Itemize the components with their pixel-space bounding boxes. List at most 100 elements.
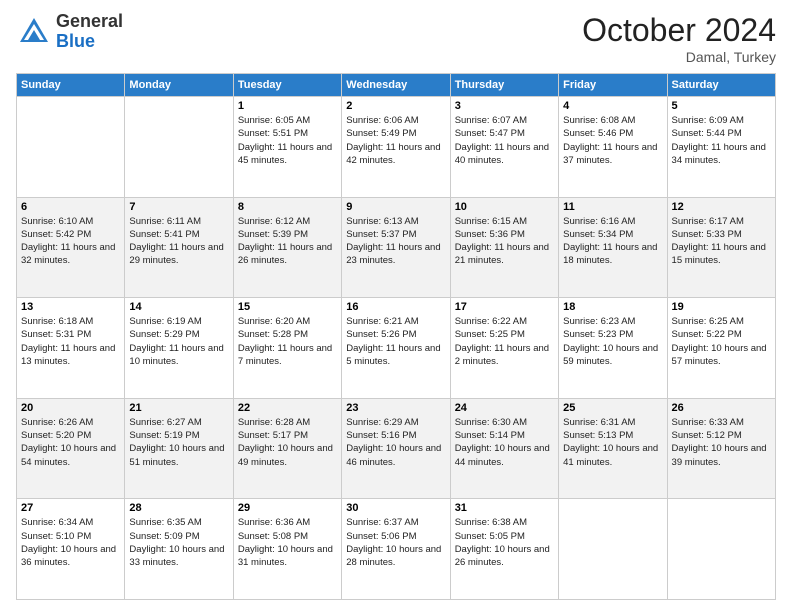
day-info: Sunrise: 6:11 AM Sunset: 5:41 PM Dayligh… <box>129 215 228 268</box>
weekday-sunday: Sunday <box>17 74 125 97</box>
day-info: Sunrise: 6:34 AM Sunset: 5:10 PM Dayligh… <box>21 516 120 569</box>
day-number: 10 <box>455 201 554 213</box>
day-info: Sunrise: 6:28 AM Sunset: 5:17 PM Dayligh… <box>238 416 337 469</box>
calendar-cell-1-1: 7 Sunrise: 6:11 AM Sunset: 5:41 PM Daylig… <box>125 197 233 298</box>
calendar-cell-3-2: 22 Sunrise: 6:28 AM Sunset: 5:17 PM Dayli… <box>233 398 341 499</box>
calendar-cell-1-6: 12Sunrise: 6:17 AM Sunset: 5:33 PM Dayli… <box>667 197 775 298</box>
day-number: 7 <box>129 201 228 213</box>
calendar-week-4: 20 Sunrise: 6:26 AM Sunset: 5:20 PM Dayli… <box>17 398 776 499</box>
calendar-cell-1-4: 10 Sunrise: 6:15 AM Sunset: 5:36 PM Dayli… <box>450 197 558 298</box>
day-info: Sunrise: 6:23 AM Sunset: 5:23 PM Dayligh… <box>563 315 662 368</box>
day-info: Sunrise: 6:08 AM Sunset: 5:46 PM Dayligh… <box>563 114 662 167</box>
calendar-cell-1-5: 11 Sunrise: 6:16 AM Sunset: 5:34 PM Dayli… <box>559 197 667 298</box>
calendar-cell-0-4: 3Sunrise: 6:07 AM Sunset: 5:47 PM Daylig… <box>450 97 558 198</box>
day-info: Sunrise: 6:17 AM Sunset: 5:33 PM Dayligh… <box>672 215 771 268</box>
calendar-cell-3-5: 25 Sunrise: 6:31 AM Sunset: 5:13 PM Dayli… <box>559 398 667 499</box>
weekday-thursday: Thursday <box>450 74 558 97</box>
calendar-cell-0-5: 4 Sunrise: 6:08 AM Sunset: 5:46 PM Daylig… <box>559 97 667 198</box>
calendar-week-3: 13 Sunrise: 6:18 AM Sunset: 5:31 PM Dayli… <box>17 298 776 399</box>
day-info: Sunrise: 6:05 AM Sunset: 5:51 PM Dayligh… <box>238 114 337 167</box>
day-info: Sunrise: 6:10 AM Sunset: 5:42 PM Dayligh… <box>21 215 120 268</box>
day-info: Sunrise: 6:06 AM Sunset: 5:49 PM Dayligh… <box>346 114 445 167</box>
day-number: 2 <box>346 100 445 112</box>
day-info: Sunrise: 6:19 AM Sunset: 5:29 PM Dayligh… <box>129 315 228 368</box>
day-number: 19 <box>672 301 771 313</box>
location: Damal, Turkey <box>582 49 776 65</box>
day-number: 17 <box>455 301 554 313</box>
day-number: 11 <box>563 201 662 213</box>
day-info: Sunrise: 6:15 AM Sunset: 5:36 PM Dayligh… <box>455 215 554 268</box>
day-number: 21 <box>129 402 228 414</box>
day-number: 8 <box>238 201 337 213</box>
calendar-cell-4-4: 31 Sunrise: 6:38 AM Sunset: 5:05 PM Dayli… <box>450 499 558 600</box>
day-number: 6 <box>21 201 120 213</box>
day-number: 14 <box>129 301 228 313</box>
day-number: 27 <box>21 502 120 514</box>
day-info: Sunrise: 6:27 AM Sunset: 5:19 PM Dayligh… <box>129 416 228 469</box>
day-info: Sunrise: 6:09 AM Sunset: 5:44 PM Dayligh… <box>672 114 771 167</box>
day-info: Sunrise: 6:22 AM Sunset: 5:25 PM Dayligh… <box>455 315 554 368</box>
calendar-cell-1-3: 9Sunrise: 6:13 AM Sunset: 5:37 PM Daylig… <box>342 197 450 298</box>
day-info: Sunrise: 6:25 AM Sunset: 5:22 PM Dayligh… <box>672 315 771 368</box>
day-number: 18 <box>563 301 662 313</box>
day-info: Sunrise: 6:16 AM Sunset: 5:34 PM Dayligh… <box>563 215 662 268</box>
calendar-cell-3-3: 23 Sunrise: 6:29 AM Sunset: 5:16 PM Dayli… <box>342 398 450 499</box>
logo-icon <box>16 14 52 50</box>
calendar-cell-4-5 <box>559 499 667 600</box>
day-number: 15 <box>238 301 337 313</box>
calendar-cell-4-2: 29 Sunrise: 6:36 AM Sunset: 5:08 PM Dayli… <box>233 499 341 600</box>
day-number: 5 <box>672 100 771 112</box>
day-info: Sunrise: 6:31 AM Sunset: 5:13 PM Dayligh… <box>563 416 662 469</box>
day-number: 1 <box>238 100 337 112</box>
day-number: 4 <box>563 100 662 112</box>
day-number: 25 <box>563 402 662 414</box>
logo: General Blue <box>16 12 123 52</box>
calendar-cell-2-0: 13 Sunrise: 6:18 AM Sunset: 5:31 PM Dayli… <box>17 298 125 399</box>
calendar-cell-3-0: 20 Sunrise: 6:26 AM Sunset: 5:20 PM Dayli… <box>17 398 125 499</box>
day-number: 29 <box>238 502 337 514</box>
calendar-table: Sunday Monday Tuesday Wednesday Thursday… <box>16 73 776 600</box>
calendar-cell-0-0 <box>17 97 125 198</box>
day-info: Sunrise: 6:37 AM Sunset: 5:06 PM Dayligh… <box>346 516 445 569</box>
calendar-cell-1-0: 6 Sunrise: 6:10 AM Sunset: 5:42 PM Daylig… <box>17 197 125 298</box>
day-info: Sunrise: 6:26 AM Sunset: 5:20 PM Dayligh… <box>21 416 120 469</box>
day-info: Sunrise: 6:29 AM Sunset: 5:16 PM Dayligh… <box>346 416 445 469</box>
day-info: Sunrise: 6:07 AM Sunset: 5:47 PM Dayligh… <box>455 114 554 167</box>
day-number: 13 <box>21 301 120 313</box>
calendar-cell-0-6: 5 Sunrise: 6:09 AM Sunset: 5:44 PM Daylig… <box>667 97 775 198</box>
calendar-cell-3-6: 26Sunrise: 6:33 AM Sunset: 5:12 PM Dayli… <box>667 398 775 499</box>
day-info: Sunrise: 6:18 AM Sunset: 5:31 PM Dayligh… <box>21 315 120 368</box>
calendar-week-2: 6 Sunrise: 6:10 AM Sunset: 5:42 PM Daylig… <box>17 197 776 298</box>
calendar-cell-2-1: 14 Sunrise: 6:19 AM Sunset: 5:29 PM Dayli… <box>125 298 233 399</box>
day-number: 23 <box>346 402 445 414</box>
calendar-header-row: Sunday Monday Tuesday Wednesday Thursday… <box>17 74 776 97</box>
calendar-cell-2-6: 19 Sunrise: 6:25 AM Sunset: 5:22 PM Dayli… <box>667 298 775 399</box>
day-number: 26 <box>672 402 771 414</box>
day-info: Sunrise: 6:38 AM Sunset: 5:05 PM Dayligh… <box>455 516 554 569</box>
calendar-cell-0-1 <box>125 97 233 198</box>
page: General Blue October 2024 Damal, Turkey … <box>0 0 792 612</box>
calendar-cell-0-2: 1 Sunrise: 6:05 AM Sunset: 5:51 PM Daylig… <box>233 97 341 198</box>
calendar-cell-3-1: 21 Sunrise: 6:27 AM Sunset: 5:19 PM Dayli… <box>125 398 233 499</box>
day-number: 31 <box>455 502 554 514</box>
calendar-cell-4-0: 27 Sunrise: 6:34 AM Sunset: 5:10 PM Dayli… <box>17 499 125 600</box>
logo-general: General <box>56 12 123 32</box>
weekday-friday: Friday <box>559 74 667 97</box>
day-number: 30 <box>346 502 445 514</box>
calendar-cell-4-1: 28Sunrise: 6:35 AM Sunset: 5:09 PM Dayli… <box>125 499 233 600</box>
day-info: Sunrise: 6:20 AM Sunset: 5:28 PM Dayligh… <box>238 315 337 368</box>
calendar-cell-4-3: 30 Sunrise: 6:37 AM Sunset: 5:06 PM Dayli… <box>342 499 450 600</box>
calendar-cell-2-2: 15 Sunrise: 6:20 AM Sunset: 5:28 PM Dayli… <box>233 298 341 399</box>
day-number: 20 <box>21 402 120 414</box>
day-info: Sunrise: 6:36 AM Sunset: 5:08 PM Dayligh… <box>238 516 337 569</box>
day-number: 28 <box>129 502 228 514</box>
calendar-cell-1-2: 8Sunrise: 6:12 AM Sunset: 5:39 PM Daylig… <box>233 197 341 298</box>
calendar-cell-2-3: 16Sunrise: 6:21 AM Sunset: 5:26 PM Dayli… <box>342 298 450 399</box>
day-number: 22 <box>238 402 337 414</box>
calendar-cell-2-5: 18 Sunrise: 6:23 AM Sunset: 5:23 PM Dayli… <box>559 298 667 399</box>
calendar-week-5: 27 Sunrise: 6:34 AM Sunset: 5:10 PM Dayli… <box>17 499 776 600</box>
day-number: 16 <box>346 301 445 313</box>
title-block: October 2024 Damal, Turkey <box>582 12 776 65</box>
logo-blue: Blue <box>56 32 123 52</box>
calendar-cell-0-3: 2 Sunrise: 6:06 AM Sunset: 5:49 PM Daylig… <box>342 97 450 198</box>
